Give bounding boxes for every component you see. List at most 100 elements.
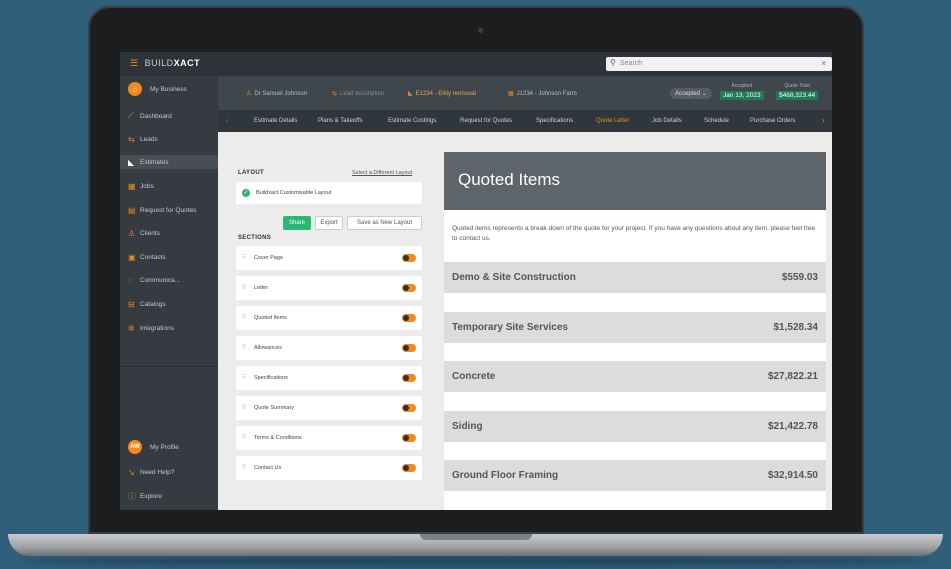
job-link[interactable]: ▦ J1234 - Johnson Farm <box>508 90 577 97</box>
section-label: Quote Summary <box>254 405 295 411</box>
share-button[interactable]: Share <box>283 216 311 230</box>
quoted-item-row: Demo & Site Construction $559.03 <box>444 262 826 293</box>
item-price: $559.03 <box>781 272 818 283</box>
tab-estimate-details[interactable]: Estimate Details <box>254 118 297 124</box>
sidebar-divider <box>120 366 218 367</box>
sidebar-item-explore[interactable]: ⓘ Explore <box>128 489 216 503</box>
item-price: $27,822.21 <box>767 371 818 382</box>
sidebar-item-leads[interactable]: ⇆ Leads <box>128 132 216 146</box>
quoted-item-row: Temporary Site Services $1,528.34 <box>444 312 826 343</box>
export-button[interactable]: Export <box>315 216 343 230</box>
sidebar-item-label: My Profile <box>150 443 179 451</box>
section-toggle[interactable] <box>402 254 416 262</box>
sidebar-item-clients[interactable]: ♙ Clients <box>128 226 216 240</box>
section-row-quoted-items[interactable]: ⠿ Quoted Items <box>236 306 422 330</box>
drag-handle-icon[interactable]: ⠿ <box>242 284 246 291</box>
sidebar-item-help[interactable]: ↘ Need Help? <box>128 465 216 479</box>
section-toggle[interactable] <box>402 284 416 292</box>
brand-logo[interactable]: ☰ BUILDXACT <box>130 58 200 69</box>
drag-handle-icon[interactable]: ⠿ <box>242 374 246 381</box>
section-toggle[interactable] <box>402 404 416 412</box>
item-price: $1,528.34 <box>773 322 819 333</box>
sidebar-item-profile[interactable]: AW My Profile <box>128 440 216 454</box>
menu-icon[interactable]: ☰ <box>130 58 139 68</box>
leads-icon: ⇆ <box>128 134 135 144</box>
chart-icon: ⟋ <box>128 111 134 120</box>
brand-suffix: XACT <box>173 58 201 68</box>
job-name: J1234 - Johnson Farm <box>516 91 577 97</box>
tab-scroll-left-icon[interactable]: ‹ <box>226 116 229 125</box>
sidebar-item-dashboard[interactable]: ⟋ Dashboard <box>128 109 216 123</box>
section-toggle[interactable] <box>402 314 416 322</box>
sidebar-item-jobs[interactable]: ▦ Jobs <box>128 179 216 193</box>
chevron-down-icon: ⌄ <box>701 91 707 97</box>
client-link[interactable]: ♙ Dr Samuel Johnson <box>246 90 307 97</box>
tab-plans-takeoffs[interactable]: Plans & Takeoffs <box>318 118 362 124</box>
section-toggle[interactable] <box>402 434 416 442</box>
estimate-link[interactable]: ◣ E1234 - Elkly rennovat <box>408 90 476 97</box>
search-icon: ⚲ <box>610 58 616 67</box>
search-input[interactable]: ⚲ Search × <box>606 57 832 71</box>
sidebar-item-catalogs[interactable]: ⊟ Catalogs <box>128 297 216 311</box>
change-layout-link[interactable]: Select a Different Layout <box>352 170 412 176</box>
laptop-shadow <box>20 556 931 566</box>
preview-header: Quoted Items <box>444 152 826 210</box>
status-dropdown[interactable]: Accepted ⌄ <box>670 88 712 99</box>
section-row-quote-summary[interactable]: ⠿ Quote Summary <box>236 396 422 420</box>
sidebar-item-integrations[interactable]: ✲ Integrations <box>128 321 216 335</box>
section-row-contact-us[interactable]: ⠿ Contact Us <box>236 456 422 480</box>
sidebar-item-label: Need Help? <box>140 468 175 476</box>
section-label: Quoted Items <box>254 315 288 321</box>
section-toggle[interactable] <box>402 464 416 472</box>
item-name: Ground Floor Framing <box>452 470 559 481</box>
section-label: Specifications <box>254 375 288 381</box>
accepted-date: Accepted Jan 13, 2023 <box>720 83 764 100</box>
item-price: $32,914.50 <box>767 470 818 481</box>
sidebar-item-estimates[interactable]: ◣ Estimates <box>120 155 218 169</box>
quoted-item-row: Siding $21,422.78 <box>444 411 826 442</box>
section-label: Cover Page <box>254 255 284 261</box>
section-row-specifications[interactable]: ⠿ Specifications <box>236 366 422 390</box>
section-row-cover-page[interactable]: ⠿ Cover Page <box>236 246 422 270</box>
tab-estimate-costings[interactable]: Estimate Costings <box>388 118 436 124</box>
drag-handle-icon[interactable]: ⠿ <box>242 434 246 441</box>
close-icon[interactable]: × <box>821 59 826 68</box>
sidebar-item-label: Contacts <box>140 253 166 261</box>
drag-handle-icon[interactable]: ⠿ <box>242 464 246 471</box>
tab-job-details[interactable]: Job Details <box>652 118 682 124</box>
save-layout-button[interactable]: Save as New Layout <box>347 216 422 230</box>
section-toggle[interactable] <box>402 344 416 352</box>
selected-layout[interactable]: ✓ Buildxact Customisable Layout <box>236 182 422 204</box>
section-row-terms[interactable]: ⠿ Terms & Conditions <box>236 426 422 450</box>
preview-intro: Quoted items represents a break down of … <box>452 225 816 242</box>
sidebar-item-business[interactable]: ⌂ My Business <box>128 82 216 96</box>
drag-handle-icon[interactable]: ⠿ <box>242 254 246 261</box>
lead-link[interactable]: ⇆ Lead description <box>332 90 384 97</box>
sidebar-item-communications[interactable]: ◌ Communica... <box>128 273 216 287</box>
tab-specifications[interactable]: Specifications <box>536 118 573 124</box>
total-value: $468,323.44 <box>776 91 819 100</box>
item-name: Siding <box>452 421 483 432</box>
sidebar-item-contacts[interactable]: ▣ Contacts <box>128 250 216 264</box>
selected-layout-name: Buildxact Customisable Layout <box>256 190 332 196</box>
drag-handle-icon[interactable]: ⠿ <box>242 404 246 411</box>
item-name: Temporary Site Services <box>452 322 568 333</box>
drag-handle-icon[interactable]: ⠿ <box>242 344 246 351</box>
tab-purchase-orders[interactable]: Purchase Orders <box>750 118 795 124</box>
tab-scroll-right-icon[interactable]: › <box>822 116 825 125</box>
sidebar-item-rfq[interactable]: ▤ Request for Quotes <box>128 203 216 217</box>
tab-request-for-quotes[interactable]: Request for Quotes <box>460 118 512 124</box>
sidebar: ⌂ My Business ⟋ Dashboard ⇆ Leads ◣ Estimat… <box>120 76 218 510</box>
layout-panel: LAYOUT Select a Different Layout ✓ Build… <box>236 160 422 510</box>
search-placeholder: Search <box>620 60 643 67</box>
section-toggle[interactable] <box>402 374 416 382</box>
app-screen: ☰ BUILDXACT ⚲ Search × ⌂ My Business ⟋ Das… <box>120 52 832 510</box>
tab-quote-letter[interactable]: Quote Letter <box>596 118 629 124</box>
tab-schedule[interactable]: Schedule <box>704 118 729 124</box>
drag-handle-icon[interactable]: ⠿ <box>242 314 246 321</box>
item-name: Demo & Site Construction <box>452 272 576 283</box>
estimates-icon: ◣ <box>408 91 413 97</box>
section-row-allowances[interactable]: ⠿ Allowances <box>236 336 422 360</box>
sidebar-item-label: Catalogs <box>140 300 166 308</box>
section-row-letter[interactable]: ⠿ Letter <box>236 276 422 300</box>
